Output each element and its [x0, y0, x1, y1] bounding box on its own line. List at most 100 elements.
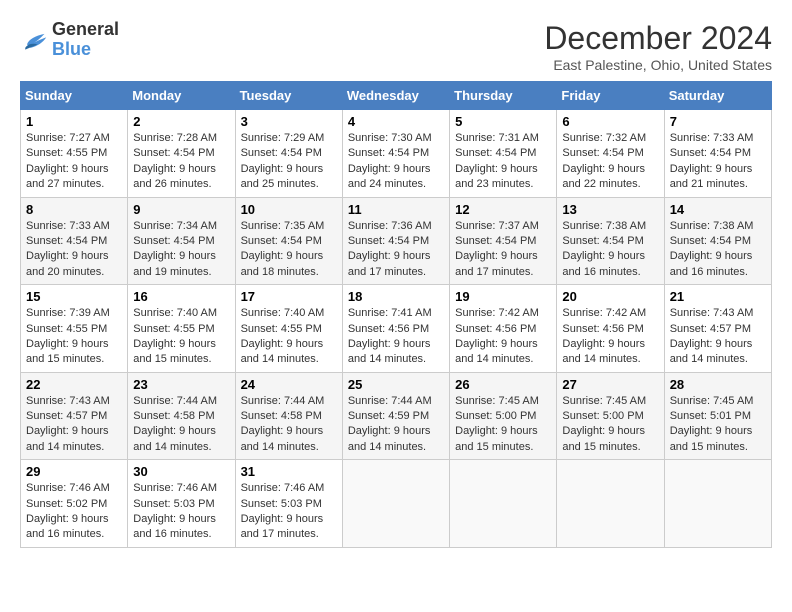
- calendar-day-cell: 9 Sunrise: 7:34 AM Sunset: 4:54 PM Dayli…: [128, 197, 235, 285]
- calendar-day-cell: 27 Sunrise: 7:45 AM Sunset: 5:00 PM Dayl…: [557, 372, 664, 460]
- calendar-week-row: 29 Sunrise: 7:46 AM Sunset: 5:02 PM Dayl…: [21, 460, 772, 548]
- day-number: 31: [241, 464, 337, 479]
- day-number: 26: [455, 377, 551, 392]
- day-number: 24: [241, 377, 337, 392]
- day-number: 20: [562, 289, 658, 304]
- day-info: Sunrise: 7:45 AM Sunset: 5:00 PM Dayligh…: [562, 394, 658, 456]
- weekday-header: Sunday: [21, 82, 128, 110]
- calendar-day-cell: 26 Sunrise: 7:45 AM Sunset: 5:00 PM Dayl…: [450, 372, 557, 460]
- day-info: Sunrise: 7:34 AM Sunset: 4:54 PM Dayligh…: [133, 219, 229, 281]
- day-info: Sunrise: 7:42 AM Sunset: 4:56 PM Dayligh…: [455, 306, 551, 368]
- day-number: 21: [670, 289, 766, 304]
- calendar-day-cell: 18 Sunrise: 7:41 AM Sunset: 4:56 PM Dayl…: [342, 285, 449, 373]
- weekday-header: Friday: [557, 82, 664, 110]
- day-number: 27: [562, 377, 658, 392]
- day-info: Sunrise: 7:33 AM Sunset: 4:54 PM Dayligh…: [26, 219, 122, 281]
- day-number: 23: [133, 377, 229, 392]
- calendar-week-row: 8 Sunrise: 7:33 AM Sunset: 4:54 PM Dayli…: [21, 197, 772, 285]
- day-number: 19: [455, 289, 551, 304]
- day-number: 22: [26, 377, 122, 392]
- location: East Palestine, Ohio, United States: [544, 57, 772, 73]
- day-number: 18: [348, 289, 444, 304]
- calendar-day-cell: 17 Sunrise: 7:40 AM Sunset: 4:55 PM Dayl…: [235, 285, 342, 373]
- day-number: 14: [670, 202, 766, 217]
- day-info: Sunrise: 7:27 AM Sunset: 4:55 PM Dayligh…: [26, 131, 122, 193]
- day-number: 2: [133, 114, 229, 129]
- calendar-day-cell: 16 Sunrise: 7:40 AM Sunset: 4:55 PM Dayl…: [128, 285, 235, 373]
- day-number: 9: [133, 202, 229, 217]
- day-info: Sunrise: 7:45 AM Sunset: 5:00 PM Dayligh…: [455, 394, 551, 456]
- calendar-table: SundayMondayTuesdayWednesdayThursdayFrid…: [20, 81, 772, 548]
- calendar-day-cell: 2 Sunrise: 7:28 AM Sunset: 4:54 PM Dayli…: [128, 110, 235, 198]
- day-info: Sunrise: 7:44 AM Sunset: 4:58 PM Dayligh…: [133, 394, 229, 456]
- day-number: 30: [133, 464, 229, 479]
- calendar-day-cell: 25 Sunrise: 7:44 AM Sunset: 4:59 PM Dayl…: [342, 372, 449, 460]
- day-number: 5: [455, 114, 551, 129]
- day-number: 1: [26, 114, 122, 129]
- day-info: Sunrise: 7:43 AM Sunset: 4:57 PM Dayligh…: [670, 306, 766, 368]
- day-number: 6: [562, 114, 658, 129]
- calendar-day-cell: [342, 460, 449, 548]
- day-info: Sunrise: 7:28 AM Sunset: 4:54 PM Dayligh…: [133, 131, 229, 193]
- calendar-day-cell: 30 Sunrise: 7:46 AM Sunset: 5:03 PM Dayl…: [128, 460, 235, 548]
- day-number: 29: [26, 464, 122, 479]
- logo: General Blue: [20, 20, 119, 60]
- day-number: 25: [348, 377, 444, 392]
- calendar-day-cell: 7 Sunrise: 7:33 AM Sunset: 4:54 PM Dayli…: [664, 110, 771, 198]
- calendar-day-cell: 22 Sunrise: 7:43 AM Sunset: 4:57 PM Dayl…: [21, 372, 128, 460]
- calendar-day-cell: 13 Sunrise: 7:38 AM Sunset: 4:54 PM Dayl…: [557, 197, 664, 285]
- calendar-day-cell: 12 Sunrise: 7:37 AM Sunset: 4:54 PM Dayl…: [450, 197, 557, 285]
- day-info: Sunrise: 7:32 AM Sunset: 4:54 PM Dayligh…: [562, 131, 658, 193]
- day-number: 13: [562, 202, 658, 217]
- title-block: December 2024 East Palestine, Ohio, Unit…: [544, 20, 772, 73]
- calendar-week-row: 22 Sunrise: 7:43 AM Sunset: 4:57 PM Dayl…: [21, 372, 772, 460]
- day-info: Sunrise: 7:40 AM Sunset: 4:55 PM Dayligh…: [133, 306, 229, 368]
- calendar-day-cell: 24 Sunrise: 7:44 AM Sunset: 4:58 PM Dayl…: [235, 372, 342, 460]
- calendar-week-row: 15 Sunrise: 7:39 AM Sunset: 4:55 PM Dayl…: [21, 285, 772, 373]
- page-header: General Blue December 2024 East Palestin…: [20, 20, 772, 73]
- day-number: 16: [133, 289, 229, 304]
- day-info: Sunrise: 7:30 AM Sunset: 4:54 PM Dayligh…: [348, 131, 444, 193]
- day-info: Sunrise: 7:40 AM Sunset: 4:55 PM Dayligh…: [241, 306, 337, 368]
- calendar-day-cell: 3 Sunrise: 7:29 AM Sunset: 4:54 PM Dayli…: [235, 110, 342, 198]
- calendar-day-cell: 5 Sunrise: 7:31 AM Sunset: 4:54 PM Dayli…: [450, 110, 557, 198]
- day-number: 28: [670, 377, 766, 392]
- calendar-day-cell: [450, 460, 557, 548]
- calendar-day-cell: 23 Sunrise: 7:44 AM Sunset: 4:58 PM Dayl…: [128, 372, 235, 460]
- day-info: Sunrise: 7:29 AM Sunset: 4:54 PM Dayligh…: [241, 131, 337, 193]
- day-info: Sunrise: 7:45 AM Sunset: 5:01 PM Dayligh…: [670, 394, 766, 456]
- weekday-header: Saturday: [664, 82, 771, 110]
- day-number: 15: [26, 289, 122, 304]
- calendar-day-cell: 19 Sunrise: 7:42 AM Sunset: 4:56 PM Dayl…: [450, 285, 557, 373]
- day-info: Sunrise: 7:38 AM Sunset: 4:54 PM Dayligh…: [670, 219, 766, 281]
- day-info: Sunrise: 7:44 AM Sunset: 4:59 PM Dayligh…: [348, 394, 444, 456]
- day-info: Sunrise: 7:37 AM Sunset: 4:54 PM Dayligh…: [455, 219, 551, 281]
- calendar-day-cell: 28 Sunrise: 7:45 AM Sunset: 5:01 PM Dayl…: [664, 372, 771, 460]
- day-info: Sunrise: 7:46 AM Sunset: 5:02 PM Dayligh…: [26, 481, 122, 543]
- day-info: Sunrise: 7:43 AM Sunset: 4:57 PM Dayligh…: [26, 394, 122, 456]
- day-number: 10: [241, 202, 337, 217]
- day-number: 3: [241, 114, 337, 129]
- weekday-header: Tuesday: [235, 82, 342, 110]
- day-info: Sunrise: 7:46 AM Sunset: 5:03 PM Dayligh…: [133, 481, 229, 543]
- calendar-day-cell: 4 Sunrise: 7:30 AM Sunset: 4:54 PM Dayli…: [342, 110, 449, 198]
- day-info: Sunrise: 7:39 AM Sunset: 4:55 PM Dayligh…: [26, 306, 122, 368]
- calendar-day-cell: 8 Sunrise: 7:33 AM Sunset: 4:54 PM Dayli…: [21, 197, 128, 285]
- calendar-day-cell: 15 Sunrise: 7:39 AM Sunset: 4:55 PM Dayl…: [21, 285, 128, 373]
- day-info: Sunrise: 7:31 AM Sunset: 4:54 PM Dayligh…: [455, 131, 551, 193]
- calendar-day-cell: [664, 460, 771, 548]
- calendar-day-cell: 29 Sunrise: 7:46 AM Sunset: 5:02 PM Dayl…: [21, 460, 128, 548]
- day-number: 11: [348, 202, 444, 217]
- calendar-day-cell: 10 Sunrise: 7:35 AM Sunset: 4:54 PM Dayl…: [235, 197, 342, 285]
- day-number: 17: [241, 289, 337, 304]
- calendar-day-cell: 21 Sunrise: 7:43 AM Sunset: 4:57 PM Dayl…: [664, 285, 771, 373]
- calendar-week-row: 1 Sunrise: 7:27 AM Sunset: 4:55 PM Dayli…: [21, 110, 772, 198]
- day-info: Sunrise: 7:46 AM Sunset: 5:03 PM Dayligh…: [241, 481, 337, 543]
- day-info: Sunrise: 7:41 AM Sunset: 4:56 PM Dayligh…: [348, 306, 444, 368]
- day-number: 4: [348, 114, 444, 129]
- weekday-header: Wednesday: [342, 82, 449, 110]
- calendar-day-cell: 6 Sunrise: 7:32 AM Sunset: 4:54 PM Dayli…: [557, 110, 664, 198]
- calendar-day-cell: 1 Sunrise: 7:27 AM Sunset: 4:55 PM Dayli…: [21, 110, 128, 198]
- day-info: Sunrise: 7:42 AM Sunset: 4:56 PM Dayligh…: [562, 306, 658, 368]
- month-title: December 2024: [544, 20, 772, 57]
